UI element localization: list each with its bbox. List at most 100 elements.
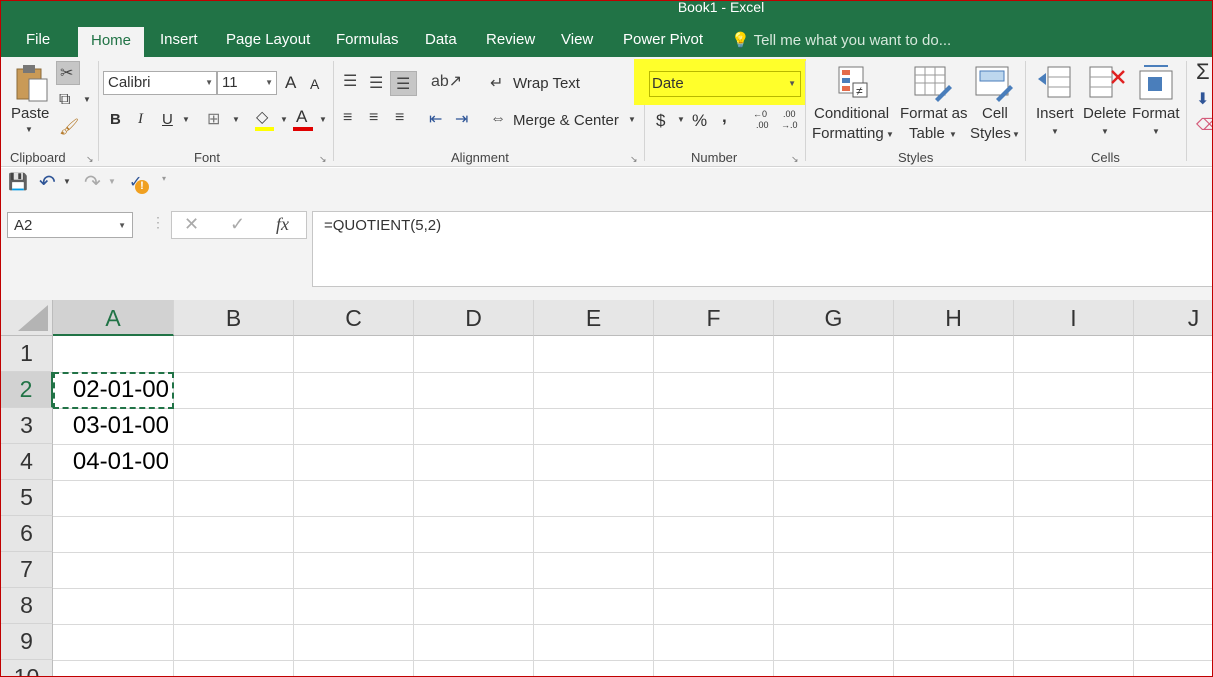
eraser-icon[interactable]: ⌫ (1196, 115, 1212, 135)
tab-review[interactable]: Review (486, 31, 535, 48)
tab-insert[interactable]: Insert (160, 31, 198, 48)
undo-dropdown-icon[interactable]: ▼ (63, 177, 71, 186)
row-header-5[interactable]: 5 (1, 480, 53, 516)
column-header-e[interactable]: E (534, 300, 654, 336)
tab-page-layout[interactable]: Page Layout (226, 31, 310, 48)
fill-down-icon[interactable]: ⬇ (1196, 89, 1209, 109)
comma-button[interactable]: , (722, 107, 727, 127)
cut-button[interactable]: ✂ (56, 61, 80, 85)
italic-button[interactable]: I (138, 111, 143, 128)
insert-function-icon[interactable]: fx (276, 214, 289, 235)
number-launcher-icon[interactable]: ↘ (791, 154, 799, 165)
column-header-a[interactable]: A (53, 300, 174, 336)
undo-icon[interactable]: ↶ (39, 170, 56, 195)
enter-icon[interactable]: ✓ (230, 214, 245, 235)
redo-dropdown-icon[interactable]: ▼ (108, 177, 116, 186)
column-header-f[interactable]: F (654, 300, 774, 336)
underline-button[interactable]: U (162, 111, 173, 128)
increase-indent-icon[interactable]: ⇥ (455, 109, 468, 129)
gridline (53, 372, 1212, 373)
bottom-align-button[interactable]: ☰ (390, 71, 417, 96)
tab-formulas[interactable]: Formulas (336, 31, 399, 48)
formula-bar-grip-icon: ⋮ (151, 214, 165, 230)
copy-dropdown-icon[interactable]: ▼ (83, 95, 91, 104)
formula-buttons: ✕ ✓ fx (171, 211, 307, 239)
decrease-indent-icon[interactable]: ⇤ (429, 109, 442, 129)
bold-button[interactable]: B (110, 111, 121, 128)
fill-dropdown-icon[interactable]: ▼ (280, 115, 288, 124)
cancel-icon[interactable]: ✕ (184, 214, 199, 235)
align-left-icon[interactable]: ≡ (343, 109, 352, 127)
row-header-9[interactable]: 9 (1, 624, 53, 660)
tell-me-box[interactable]: 💡 Tell me what you want to do... (731, 31, 951, 49)
row-header-3[interactable]: 3 (1, 408, 53, 444)
select-all-triangle-icon (18, 305, 48, 331)
name-box[interactable]: A2 ▼ (7, 212, 133, 238)
tab-data[interactable]: Data (425, 31, 457, 48)
grow-font-button[interactable]: A (285, 73, 296, 93)
row-header-2[interactable]: 2 (1, 372, 53, 408)
autosum-button[interactable]: Σ (1196, 59, 1210, 85)
percent-button[interactable]: % (692, 111, 707, 131)
fill-color-icon[interactable]: ◇ (256, 107, 268, 127)
top-align-icon[interactable]: ☰ (343, 71, 357, 91)
alignment-launcher-icon[interactable]: ↘ (630, 154, 638, 165)
shrink-font-button[interactable]: A (310, 76, 319, 92)
borders-dropdown-icon[interactable]: ▼ (232, 115, 240, 124)
font-launcher-icon[interactable]: ↘ (319, 154, 327, 165)
align-right-icon[interactable]: ≡ (395, 109, 404, 127)
active-cell-border (53, 372, 174, 409)
format-painter-icon[interactable]: 🖌 (59, 117, 79, 137)
worksheet-grid: A B C D E F G H I J 1 2 3 4 5 6 7 8 9 10 (1, 300, 1212, 676)
row-header-8[interactable]: 8 (1, 588, 53, 624)
cell-a4[interactable]: 04-01-00 (54, 445, 173, 480)
borders-icon[interactable]: ⊞ (207, 109, 220, 129)
font-color-button[interactable]: A (296, 107, 307, 127)
wrap-text-icon: ↵ (490, 75, 504, 92)
align-center-icon[interactable]: ≡ (369, 109, 378, 127)
select-all-button[interactable] (1, 300, 53, 336)
gridline (53, 660, 1212, 661)
row-header-1[interactable]: 1 (1, 336, 53, 372)
customize-qat-icon[interactable]: ▾ (162, 174, 166, 183)
row-header-4[interactable]: 4 (1, 444, 53, 480)
column-header-d[interactable]: D (414, 300, 534, 336)
clipboard-launcher-icon[interactable]: ↘ (86, 154, 94, 165)
underline-dropdown-icon[interactable]: ▼ (182, 115, 190, 124)
insert-cells-icon (1038, 66, 1071, 98)
save-icon[interactable]: 💾 (8, 172, 28, 192)
column-header-i[interactable]: I (1014, 300, 1134, 336)
orientation-icon[interactable]: ab↗ (431, 71, 462, 91)
middle-align-icon[interactable]: ☰ (369, 73, 383, 93)
styles-group-label: Styles (898, 150, 934, 165)
row-header-7[interactable]: 7 (1, 552, 53, 588)
font-color-dropdown-icon[interactable]: ▼ (319, 115, 327, 124)
number-format-combo[interactable]: Date ▼ (649, 71, 801, 97)
cell-a3[interactable]: 03-01-00 (54, 409, 173, 444)
redo-icon[interactable]: ↷ (84, 170, 101, 195)
column-header-j[interactable]: J (1134, 300, 1212, 336)
column-header-g[interactable]: G (774, 300, 894, 336)
formula-input[interactable]: =QUOTIENT(5,2) (312, 211, 1212, 287)
font-size-combo[interactable]: 11 ▼ (217, 71, 277, 95)
copy-icon[interactable]: ⧉ (59, 91, 70, 109)
row-header-6[interactable]: 6 (1, 516, 53, 552)
chevron-down-icon: ▼ (205, 78, 213, 87)
tab-view[interactable]: View (561, 31, 593, 48)
group-divider (333, 61, 334, 161)
row-header-10[interactable]: 10 (1, 660, 53, 676)
tab-power-pivot[interactable]: Power Pivot (623, 31, 703, 48)
name-box-value: A2 (14, 217, 33, 234)
tab-home[interactable]: Home (78, 27, 145, 57)
chevron-down-icon: ▼ (1101, 127, 1109, 136)
column-header-b[interactable]: B (174, 300, 294, 336)
formula-bar: A2 ▼ ⋮ ✕ ✓ fx =QUOTIENT(5,2) (1, 198, 1212, 300)
font-name-combo[interactable]: Calibri ▼ (103, 71, 217, 95)
column-header-h[interactable]: H (894, 300, 1014, 336)
font-color-swatch (293, 127, 313, 131)
currency-dropdown-icon[interactable]: ▼ (677, 115, 685, 124)
column-header-c[interactable]: C (294, 300, 414, 336)
tab-file[interactable]: File (26, 31, 50, 48)
chevron-down-icon: ▼ (628, 115, 636, 124)
currency-button[interactable]: $ (656, 111, 665, 131)
